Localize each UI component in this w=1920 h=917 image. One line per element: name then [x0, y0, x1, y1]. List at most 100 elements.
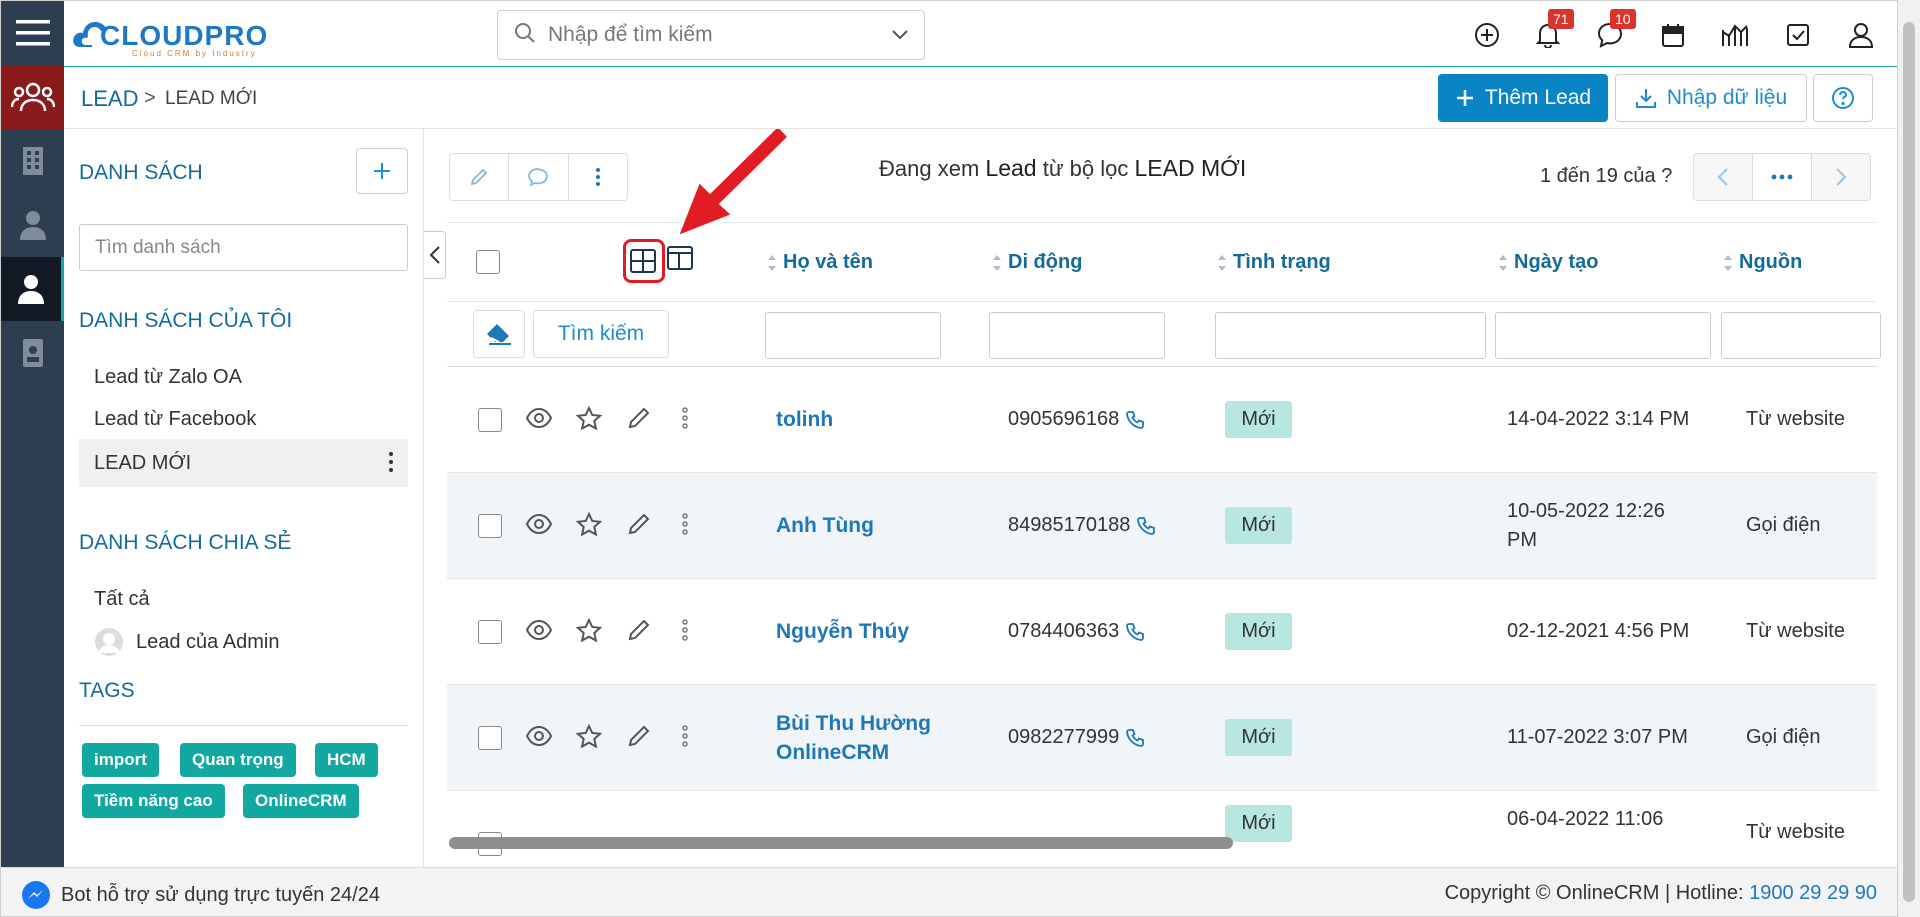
- source-filter-input[interactable]: [1721, 312, 1881, 359]
- column-header-created[interactable]: Ngày tạo: [1498, 251, 1598, 274]
- tag-onlinecrm[interactable]: OnlineCRM: [243, 784, 359, 818]
- download-icon: [1635, 89, 1656, 108]
- collapse-sidebar-button[interactable]: [424, 231, 446, 279]
- next-page-button[interactable]: [1812, 154, 1870, 200]
- import-data-button[interactable]: Nhập dữ liệu: [1615, 74, 1807, 122]
- more-vertical-icon[interactable]: [682, 512, 688, 541]
- tag-quan-trong[interactable]: Quan trọng: [180, 743, 296, 777]
- help-button[interactable]: [1813, 74, 1873, 122]
- mobile-filter-input[interactable]: [989, 312, 1165, 359]
- column-header-source[interactable]: Nguồn: [1723, 251, 1802, 274]
- more-vertical-icon[interactable]: [388, 451, 394, 479]
- lead-name-link[interactable]: Bùi Thu Hường OnlineCRM: [776, 709, 946, 767]
- column-header-mobile[interactable]: Di động: [992, 251, 1082, 274]
- sidebar-item-admin-leads[interactable]: Lead của Admin: [79, 618, 408, 666]
- more-vertical-icon[interactable]: [682, 618, 688, 647]
- row-checkbox[interactable]: [478, 726, 502, 750]
- add-lead-button[interactable]: Thêm Lead: [1438, 74, 1608, 122]
- star-icon[interactable]: [575, 723, 603, 753]
- vertical-scrollbar[interactable]: [1898, 0, 1920, 917]
- row-checkbox[interactable]: [478, 514, 502, 538]
- row-checkbox[interactable]: [478, 620, 502, 644]
- sort-icon: [768, 254, 776, 271]
- view-eye-icon[interactable]: [525, 618, 553, 647]
- status-filter-input[interactable]: [1215, 312, 1486, 359]
- contact-person-icon[interactable]: [1, 193, 64, 257]
- more-vertical-icon[interactable]: [682, 406, 688, 435]
- sidebar-item-facebook[interactable]: Lead từ Facebook: [79, 395, 408, 443]
- previous-page-button[interactable]: [1694, 154, 1753, 200]
- table-row[interactable]: Nguyễn Thúy 0784406363 Mới 02-12-2021 4:…: [447, 579, 1877, 685]
- star-icon[interactable]: [575, 405, 603, 435]
- phone-call-icon[interactable]: [1125, 410, 1145, 430]
- lead-person-icon[interactable]: [1, 257, 64, 321]
- chat-support-link[interactable]: Bot hỗ trợ sử dụng trực tuyến 24/24: [21, 880, 380, 910]
- lead-name-link[interactable]: tolinh: [776, 405, 833, 434]
- tag-tiem-nang-cao[interactable]: Tiềm năng cao: [82, 784, 225, 818]
- building-icon[interactable]: [1, 129, 64, 193]
- list-search-input[interactable]: [79, 224, 408, 271]
- phone-call-icon[interactable]: [1125, 728, 1145, 748]
- lead-phone: 0982277999: [1008, 726, 1145, 749]
- view-eye-icon[interactable]: [525, 724, 553, 753]
- edit-pencil-icon[interactable]: [627, 406, 651, 435]
- status-badge: Mới: [1225, 507, 1292, 544]
- table-row[interactable]: Bùi Thu Hường OnlineCRM 0982277999 Mới 1…: [447, 685, 1877, 791]
- column-layout-icon[interactable]: [667, 246, 693, 275]
- lead-name-link[interactable]: Nguyễn Thúy: [776, 617, 909, 646]
- chat-bubble-icon[interactable]: 10: [1592, 9, 1636, 53]
- tag-import[interactable]: import: [82, 743, 159, 777]
- column-header-status[interactable]: Tình trạng: [1217, 251, 1331, 274]
- hamburger-menu-icon[interactable]: [1, 1, 64, 65]
- name-filter-input[interactable]: [765, 312, 941, 359]
- more-actions-button[interactable]: [569, 154, 627, 200]
- edit-pencil-icon[interactable]: [627, 724, 651, 753]
- sidebar-item-all[interactable]: Tất cả: [79, 575, 408, 623]
- phone-call-icon[interactable]: [1125, 622, 1145, 642]
- horizontal-scrollbar[interactable]: [449, 837, 1233, 849]
- clear-filter-button[interactable]: [473, 310, 525, 358]
- column-header-name[interactable]: Họ và tên: [767, 251, 873, 274]
- edit-pencil-icon[interactable]: [627, 512, 651, 541]
- table-row[interactable]: Mới 06-04-2022 11:06 Từ website: [447, 791, 1877, 867]
- phone-call-icon[interactable]: [1136, 516, 1156, 536]
- column-header-label: Họ và tên: [783, 251, 874, 273]
- calendar-icon[interactable]: [1655, 17, 1691, 53]
- lead-name-link[interactable]: Anh Tùng: [776, 511, 874, 540]
- more-vertical-icon[interactable]: [682, 724, 688, 753]
- customers-group-icon[interactable]: [1, 65, 64, 129]
- analytics-chart-icon[interactable]: [1718, 17, 1754, 53]
- row-checkbox[interactable]: [478, 408, 502, 432]
- table-row[interactable]: Anh Tùng 84985170188 Mới 10-05-2022 12:2…: [447, 473, 1877, 579]
- star-icon[interactable]: [575, 511, 603, 541]
- view-eye-icon[interactable]: [525, 512, 553, 541]
- chevron-down-icon[interactable]: [890, 24, 910, 49]
- breadcrumb-separator: >: [144, 87, 156, 109]
- import-data-label: Nhập dữ liệu: [1666, 86, 1788, 109]
- sidebar-item-lead-moi[interactable]: LEAD MỚI: [79, 439, 408, 487]
- cloudpro-logo[interactable]: CLOUDPRO Cloud CRM by Industry: [72, 7, 302, 59]
- view-eye-icon[interactable]: [525, 406, 553, 435]
- star-icon[interactable]: [575, 617, 603, 647]
- document-icon[interactable]: [1, 321, 64, 385]
- filter-search-button[interactable]: Tìm kiếm: [533, 310, 669, 358]
- global-search-input[interactable]: Nhập để tìm kiếm: [497, 10, 925, 60]
- scrollbar-thumb[interactable]: [1903, 22, 1915, 902]
- breadcrumb-module-link[interactable]: LEAD: [81, 86, 138, 112]
- notification-bell-icon[interactable]: 71: [1530, 9, 1574, 53]
- mass-edit-button[interactable]: [450, 154, 510, 200]
- select-all-checkbox[interactable]: [476, 250, 500, 274]
- mass-comment-button[interactable]: [509, 154, 569, 200]
- created-filter-input[interactable]: [1495, 312, 1711, 359]
- edit-pencil-icon[interactable]: [627, 618, 651, 647]
- lead-phone: 0784406363: [1008, 620, 1145, 643]
- task-checkbox-icon[interactable]: [1780, 17, 1816, 53]
- user-profile-icon[interactable]: [1843, 17, 1879, 53]
- tag-hcm[interactable]: HCM: [315, 743, 378, 777]
- page-jump-button[interactable]: [1753, 154, 1812, 200]
- table-row[interactable]: tolinh 0905696168 Mới 14-04-2022 3:14 PM…: [447, 367, 1877, 473]
- hotline-link[interactable]: 1900 29 29 90: [1749, 882, 1877, 904]
- add-circle-icon[interactable]: [1469, 17, 1505, 53]
- sidebar-item-zalo[interactable]: Lead từ Zalo OA: [79, 353, 408, 401]
- add-list-button[interactable]: [356, 148, 408, 194]
